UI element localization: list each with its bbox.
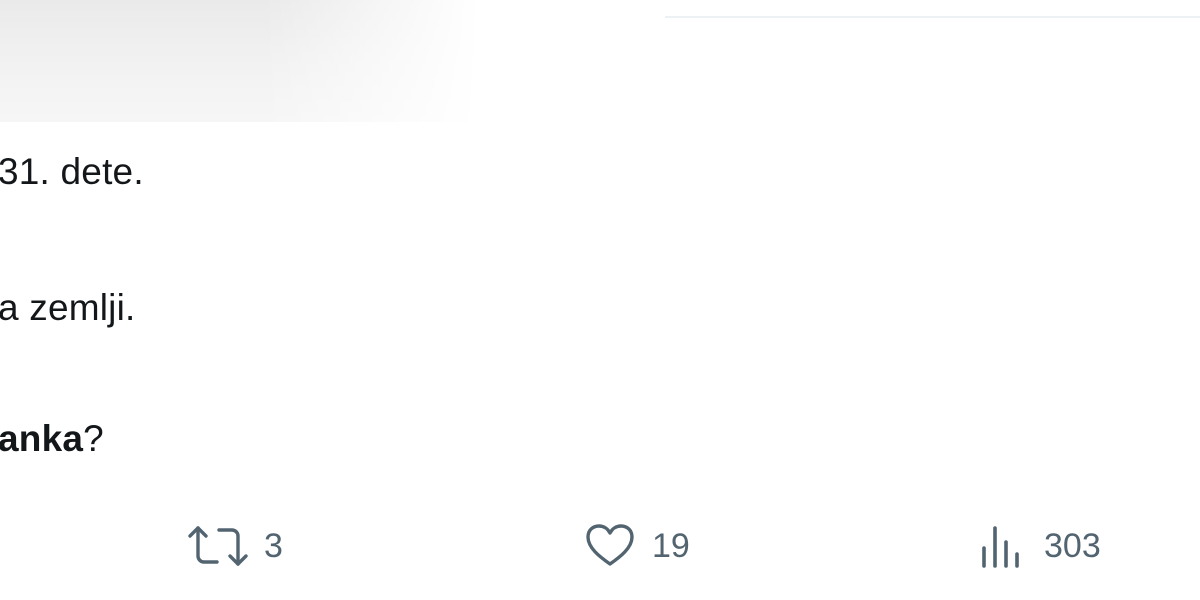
tweet-text-segment: 31. dete.	[0, 151, 144, 192]
views-button[interactable]: 303	[978, 518, 1101, 574]
blurred-media-preview	[0, 0, 480, 122]
tweet-action-bar: 3 19 303	[0, 518, 1200, 574]
like-count: 19	[652, 527, 690, 565]
views-chart-icon	[978, 518, 1030, 574]
retweet-button[interactable]: 3	[186, 518, 283, 574]
heart-icon	[582, 518, 638, 574]
retweet-icon	[186, 518, 250, 574]
views-count: 303	[1044, 527, 1101, 565]
tweet-text-segment: ?	[83, 418, 104, 459]
top-divider	[665, 16, 1200, 18]
tweet-text-segment: a zemlji.	[0, 287, 136, 328]
tweet-text-bold-segment: anka	[0, 418, 84, 459]
retweet-count: 3	[264, 527, 283, 565]
like-button[interactable]: 19	[582, 518, 690, 574]
tweet-text-line-2: a zemlji.	[0, 286, 136, 330]
tweet-text-line-3: anka?	[0, 417, 104, 461]
tweet-text-line-1: 31. dete.	[0, 150, 144, 194]
